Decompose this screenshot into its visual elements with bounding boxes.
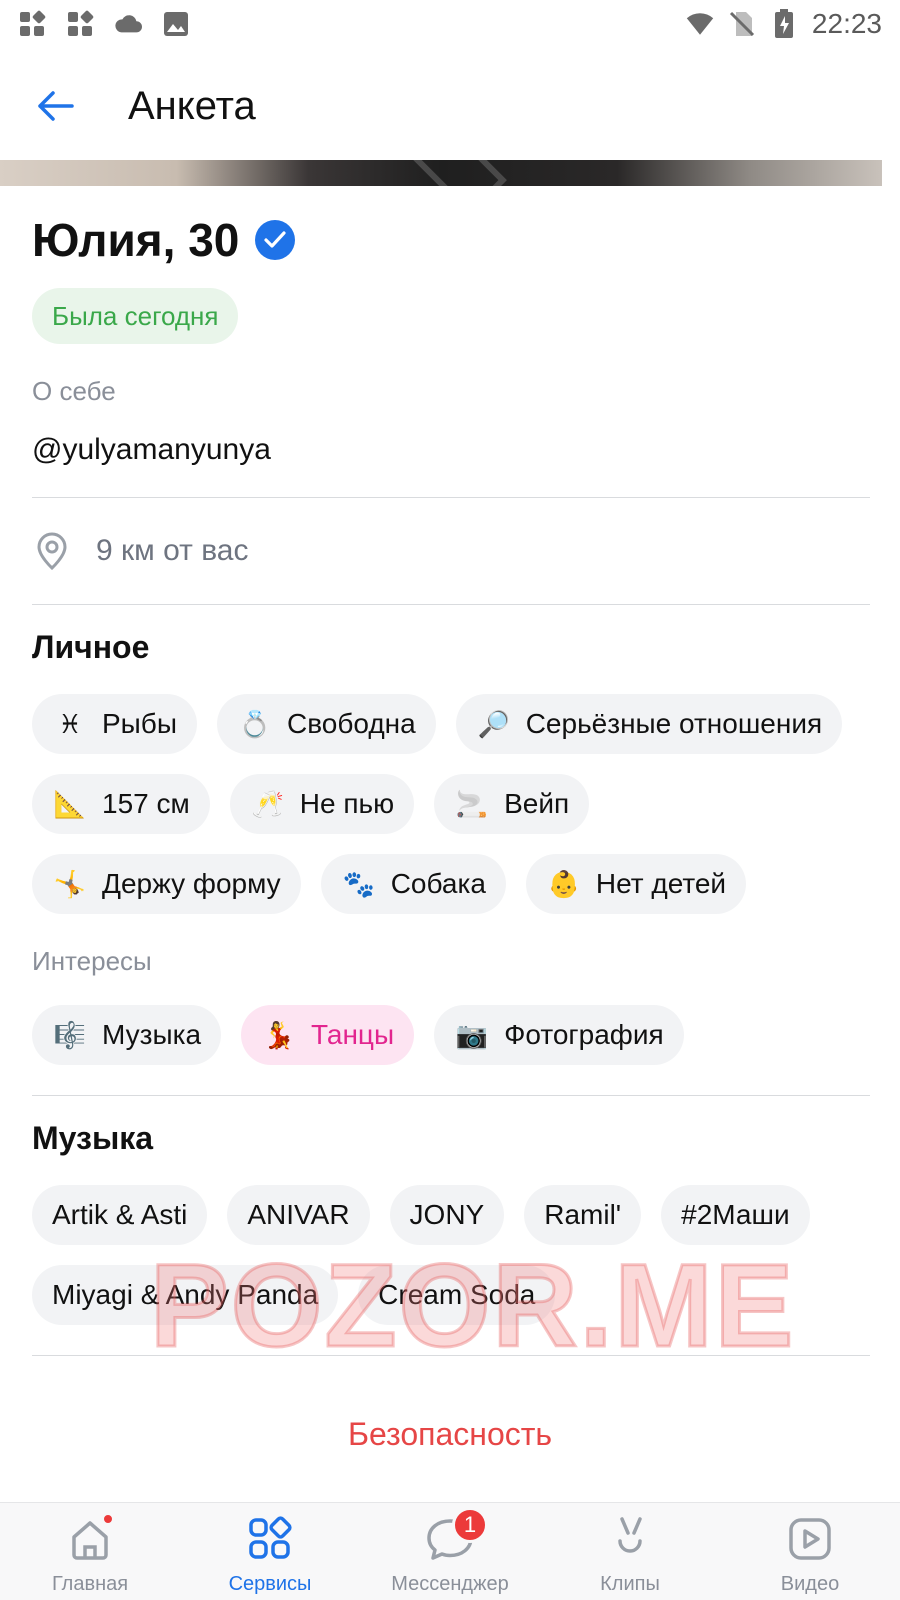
divider (32, 604, 870, 605)
location-pin-icon (32, 531, 72, 571)
cloud-icon (114, 10, 142, 38)
chip-pets[interactable]: 🐾 Собака (320, 854, 506, 914)
divider (32, 1095, 870, 1096)
baby-icon: 👶 (547, 868, 581, 899)
about-text: @yulyamanyunya (32, 433, 271, 466)
music-score-icon: 🎼 (53, 1019, 87, 1050)
camera-icon: 📷 (455, 1019, 489, 1050)
ruler-icon: 📐 (53, 788, 87, 819)
video-icon (789, 1518, 831, 1560)
app-header: Анкета (0, 56, 900, 156)
interest-chips: 🎼 Музыка 💃 Танцы 📷 Фотография (32, 1005, 868, 1065)
page-title: Анкета (128, 83, 256, 128)
status-bar: 22:23 (0, 0, 900, 48)
music-artist-chip[interactable]: ANIVAR (227, 1185, 370, 1245)
chip-height[interactable]: 📐 157 см (32, 774, 210, 834)
nav-clips[interactable]: Клипы (540, 1503, 720, 1600)
apps-icon-2 (66, 10, 94, 38)
online-status-badge: Была сегодня (32, 288, 239, 344)
no-sim-icon (728, 10, 756, 38)
apps-icon (18, 10, 46, 38)
chip-interest-dance[interactable]: 💃 Танцы (241, 1005, 415, 1065)
chip-interest-music[interactable]: 🎼 Музыка (32, 1005, 222, 1065)
nav-video[interactable]: Видео (720, 1503, 900, 1600)
bottom-navigation: Главная Сервисы 1 Мессенджер Клипы Видео (0, 1502, 900, 1600)
profile-photo[interactable] (0, 160, 882, 186)
personal-chips: ♓ Рыбы 💍 Свободна 🔎 Серьёзные отношения 📐 15… (32, 694, 868, 914)
unread-badge: 1 (452, 1507, 488, 1543)
interests-label: Интересы (32, 946, 152, 976)
clips-icon (618, 1517, 642, 1553)
music-artist-chip[interactable]: Artik & Asti (32, 1185, 208, 1245)
wifi-icon (686, 10, 714, 38)
nav-messenger[interactable]: 1 Мессенджер (360, 1503, 540, 1600)
music-artist-chip[interactable]: #2Маши (661, 1185, 810, 1245)
chip-sport[interactable]: 🤸 Держу форму (32, 854, 301, 914)
ring-icon: 💍 (238, 708, 272, 739)
magnifier-icon: 🔎 (477, 708, 510, 739)
watermark: POZOR.ME (149, 1239, 796, 1374)
music-artist-chip[interactable]: JONY (389, 1185, 505, 1245)
music-section-title: Музыка (32, 1120, 154, 1156)
profile-name: Юлия, 30 (32, 214, 240, 266)
nav-services[interactable]: Сервисы (180, 1503, 360, 1600)
image-icon (162, 10, 190, 38)
back-button[interactable] (0, 56, 110, 156)
nav-home[interactable]: Главная (0, 1503, 180, 1600)
about-label: О себе (32, 376, 116, 406)
clock: 22:23 (811, 8, 882, 39)
arrow-left-icon (38, 91, 74, 121)
cigarette-icon: 🚬 (455, 788, 489, 819)
cartwheel-icon: 🤸 (53, 868, 87, 899)
glasses-icon: 🥂 (251, 788, 284, 819)
chip-alcohol[interactable]: 🥂 Не пью (229, 774, 415, 834)
chip-looking-for[interactable]: 🔎 Серьёзные отношения (455, 694, 843, 754)
chip-zodiac[interactable]: ♓ Рыбы (32, 694, 197, 754)
music-artist-chip[interactable]: Ramil' (524, 1185, 642, 1245)
chip-children[interactable]: 👶 Нет детей (525, 854, 747, 914)
chip-smoking[interactable]: 🚬 Вейп (434, 774, 590, 834)
verified-icon (255, 220, 296, 260)
safety-link[interactable]: Безопасность (32, 1416, 868, 1453)
paw-icon: 🐾 (342, 868, 375, 899)
chip-interest-photo[interactable]: 📷 Фотография (434, 1005, 684, 1065)
chip-relationship-status[interactable]: 💍 Свободна (216, 694, 436, 754)
personal-section-title: Личное (32, 629, 150, 665)
dancer-icon: 💃 (262, 1019, 296, 1050)
location-row: 9 км от вас (32, 498, 868, 604)
distance-text: 9 км от вас (96, 534, 249, 567)
zodiac-icon: ♓ (58, 708, 82, 739)
services-icon (249, 1516, 292, 1559)
battery-charging-icon (770, 9, 798, 38)
notification-dot (102, 1513, 114, 1525)
